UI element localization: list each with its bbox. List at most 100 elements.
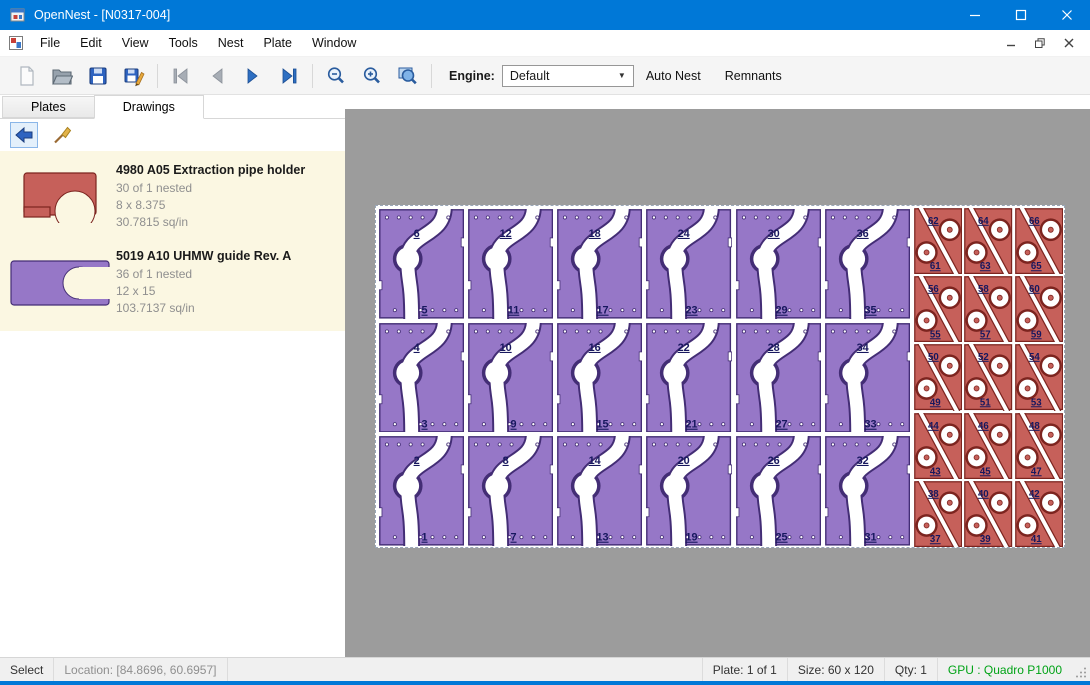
menu-view[interactable]: View (112, 31, 159, 55)
zoom-in-button[interactable] (354, 61, 390, 91)
nest-cell-red[interactable]: 52 51 (964, 344, 1012, 410)
new-button[interactable] (8, 61, 44, 91)
mdi-minimize-button[interactable] (1000, 34, 1022, 52)
part-number-top: 40 (978, 489, 989, 500)
status-mode: Select (0, 658, 54, 681)
nest-cell-purple[interactable]: 8 7 (468, 436, 553, 546)
nest-cell-red[interactable]: 40 39 (964, 481, 1012, 547)
nest-cell-purple[interactable]: 20 19 (646, 436, 731, 546)
nest-cell-red[interactable]: 58 57 (964, 276, 1012, 342)
part-number-bottom: 1 (422, 532, 428, 544)
nest-cell-red[interactable]: 64 63 (964, 208, 1012, 274)
menu-tools[interactable]: Tools (159, 31, 208, 55)
menu-window[interactable]: Window (302, 31, 366, 55)
maximize-button[interactable] (998, 0, 1044, 30)
resize-grip[interactable] (1072, 658, 1090, 681)
part-number-bottom: 35 (864, 305, 876, 317)
nest-cell-purple[interactable]: 32 31 (825, 436, 910, 546)
nest-cell-purple[interactable]: 24 23 (646, 209, 731, 319)
nest-cell-red[interactable]: 56 55 (914, 276, 962, 342)
menu-edit[interactable]: Edit (70, 31, 112, 55)
part-number-top: 46 (978, 420, 989, 431)
main-toolbar: Engine: Default ▼ Auto Nest Remnants (0, 57, 1090, 95)
nest-cell-purple[interactable]: 4 3 (379, 323, 464, 433)
nav-next-button[interactable] (235, 61, 271, 91)
nest-cell-red[interactable]: 62 61 (914, 208, 962, 274)
mdi-restore-button[interactable] (1029, 34, 1051, 52)
close-icon (1061, 9, 1073, 21)
nest-cell-purple[interactable]: 22 21 (646, 323, 731, 433)
nav-last-button[interactable] (271, 61, 307, 91)
nest-cell-purple[interactable]: 14 13 (557, 436, 642, 546)
drawing-area: 103.7137 sq/in (116, 300, 337, 317)
mdi-close-button[interactable] (1058, 34, 1080, 52)
part-number-bottom: 37 (930, 534, 941, 545)
status-spacer (228, 658, 702, 681)
part-number-bottom: 3 (422, 418, 428, 430)
part-number-top: 58 (978, 284, 989, 295)
drawing-thumbnail (8, 163, 112, 231)
nest-cell-red[interactable]: 42 41 (1015, 481, 1063, 547)
open-button[interactable] (44, 61, 80, 91)
nav-previous-button[interactable] (199, 61, 235, 91)
part-number-bottom: 39 (980, 534, 991, 545)
save-button[interactable] (80, 61, 116, 91)
clear-button[interactable] (48, 122, 76, 148)
part-number-top: 42 (1029, 489, 1040, 500)
engine-label: Engine: (449, 69, 495, 83)
status-qty: Qty: 1 (884, 658, 937, 681)
nest-cell-purple[interactable]: 2 1 (379, 436, 464, 546)
nest-canvas[interactable]: 6 5 12 11 (345, 95, 1090, 657)
drawing-list-item[interactable]: 5019 A10 UHMW guide Rev. A 36 of 1 neste… (0, 241, 345, 327)
tab-plates[interactable]: Plates (2, 96, 95, 118)
save-as-button[interactable] (116, 61, 152, 91)
menu-file[interactable]: File (30, 31, 70, 55)
nest-cell-red[interactable]: 50 49 (914, 344, 962, 410)
nest-cell-purple[interactable]: 18 17 (557, 209, 642, 319)
drawing-size: 12 x 15 (116, 283, 337, 300)
menu-nest[interactable]: Nest (208, 31, 254, 55)
remnants-button[interactable]: Remnants (713, 62, 794, 90)
nest-cell-purple[interactable]: 6 5 (379, 209, 464, 319)
drawing-list: 4980 A05 Extraction pipe holder 30 of 1 … (0, 151, 345, 331)
nest-cell-purple[interactable]: 28 27 (736, 323, 821, 433)
part-number-top: 14 (589, 455, 601, 467)
tab-drawings[interactable]: Drawings (94, 95, 204, 119)
part-number-top: 22 (678, 342, 690, 354)
nest-cell-purple[interactable]: 26 25 (736, 436, 821, 546)
part-number-top: 12 (500, 228, 512, 240)
nest-cell-purple[interactable]: 10 9 (468, 323, 553, 433)
zoom-fit-button[interactable] (390, 61, 426, 91)
zoom-out-button[interactable] (318, 61, 354, 91)
nest-cell-red[interactable]: 54 53 (1015, 344, 1063, 410)
new-file-icon (15, 65, 37, 87)
drawing-list-item[interactable]: 4980 A05 Extraction pipe holder 30 of 1 … (0, 155, 345, 241)
nest-cell-purple[interactable]: 16 15 (557, 323, 642, 433)
nav-first-button[interactable] (163, 61, 199, 91)
nest-cell-red[interactable]: 38 37 (914, 481, 962, 547)
toolbar-separator (157, 64, 158, 88)
nest-cell-purple[interactable]: 12 11 (468, 209, 553, 319)
nest-cell-red[interactable]: 46 45 (964, 413, 1012, 479)
panel-back-button[interactable] (10, 122, 38, 148)
auto-nest-button[interactable]: Auto Nest (634, 62, 713, 90)
engine-select[interactable]: Default ▼ (502, 65, 634, 87)
nest-cell-purple[interactable]: 34 33 (825, 323, 910, 433)
nest-cell-red[interactable]: 66 65 (1015, 208, 1063, 274)
minimize-button[interactable] (952, 0, 998, 30)
part-number-bottom: 19 (686, 532, 698, 544)
canvas-background[interactable]: 6 5 12 11 (345, 109, 1090, 657)
nest-cell-red[interactable]: 44 43 (914, 413, 962, 479)
nest-cell-purple[interactable]: 30 29 (736, 209, 821, 319)
nest-cell-purple[interactable]: 36 35 (825, 209, 910, 319)
main-area: Plates Drawings (0, 95, 1090, 657)
part-number-bottom: 11 (508, 305, 519, 317)
red-grid: 62 61 64 63 66 65 (914, 208, 1063, 547)
nest-cell-red[interactable]: 60 59 (1015, 276, 1063, 342)
nest-cell-red[interactable]: 48 47 (1015, 413, 1063, 479)
close-button[interactable] (1044, 0, 1090, 30)
part-number-bottom: 41 (1031, 534, 1042, 545)
part-number-bottom: 65 (1031, 261, 1042, 272)
menu-plate[interactable]: Plate (253, 31, 302, 55)
part-number-bottom: 9 (511, 418, 517, 430)
